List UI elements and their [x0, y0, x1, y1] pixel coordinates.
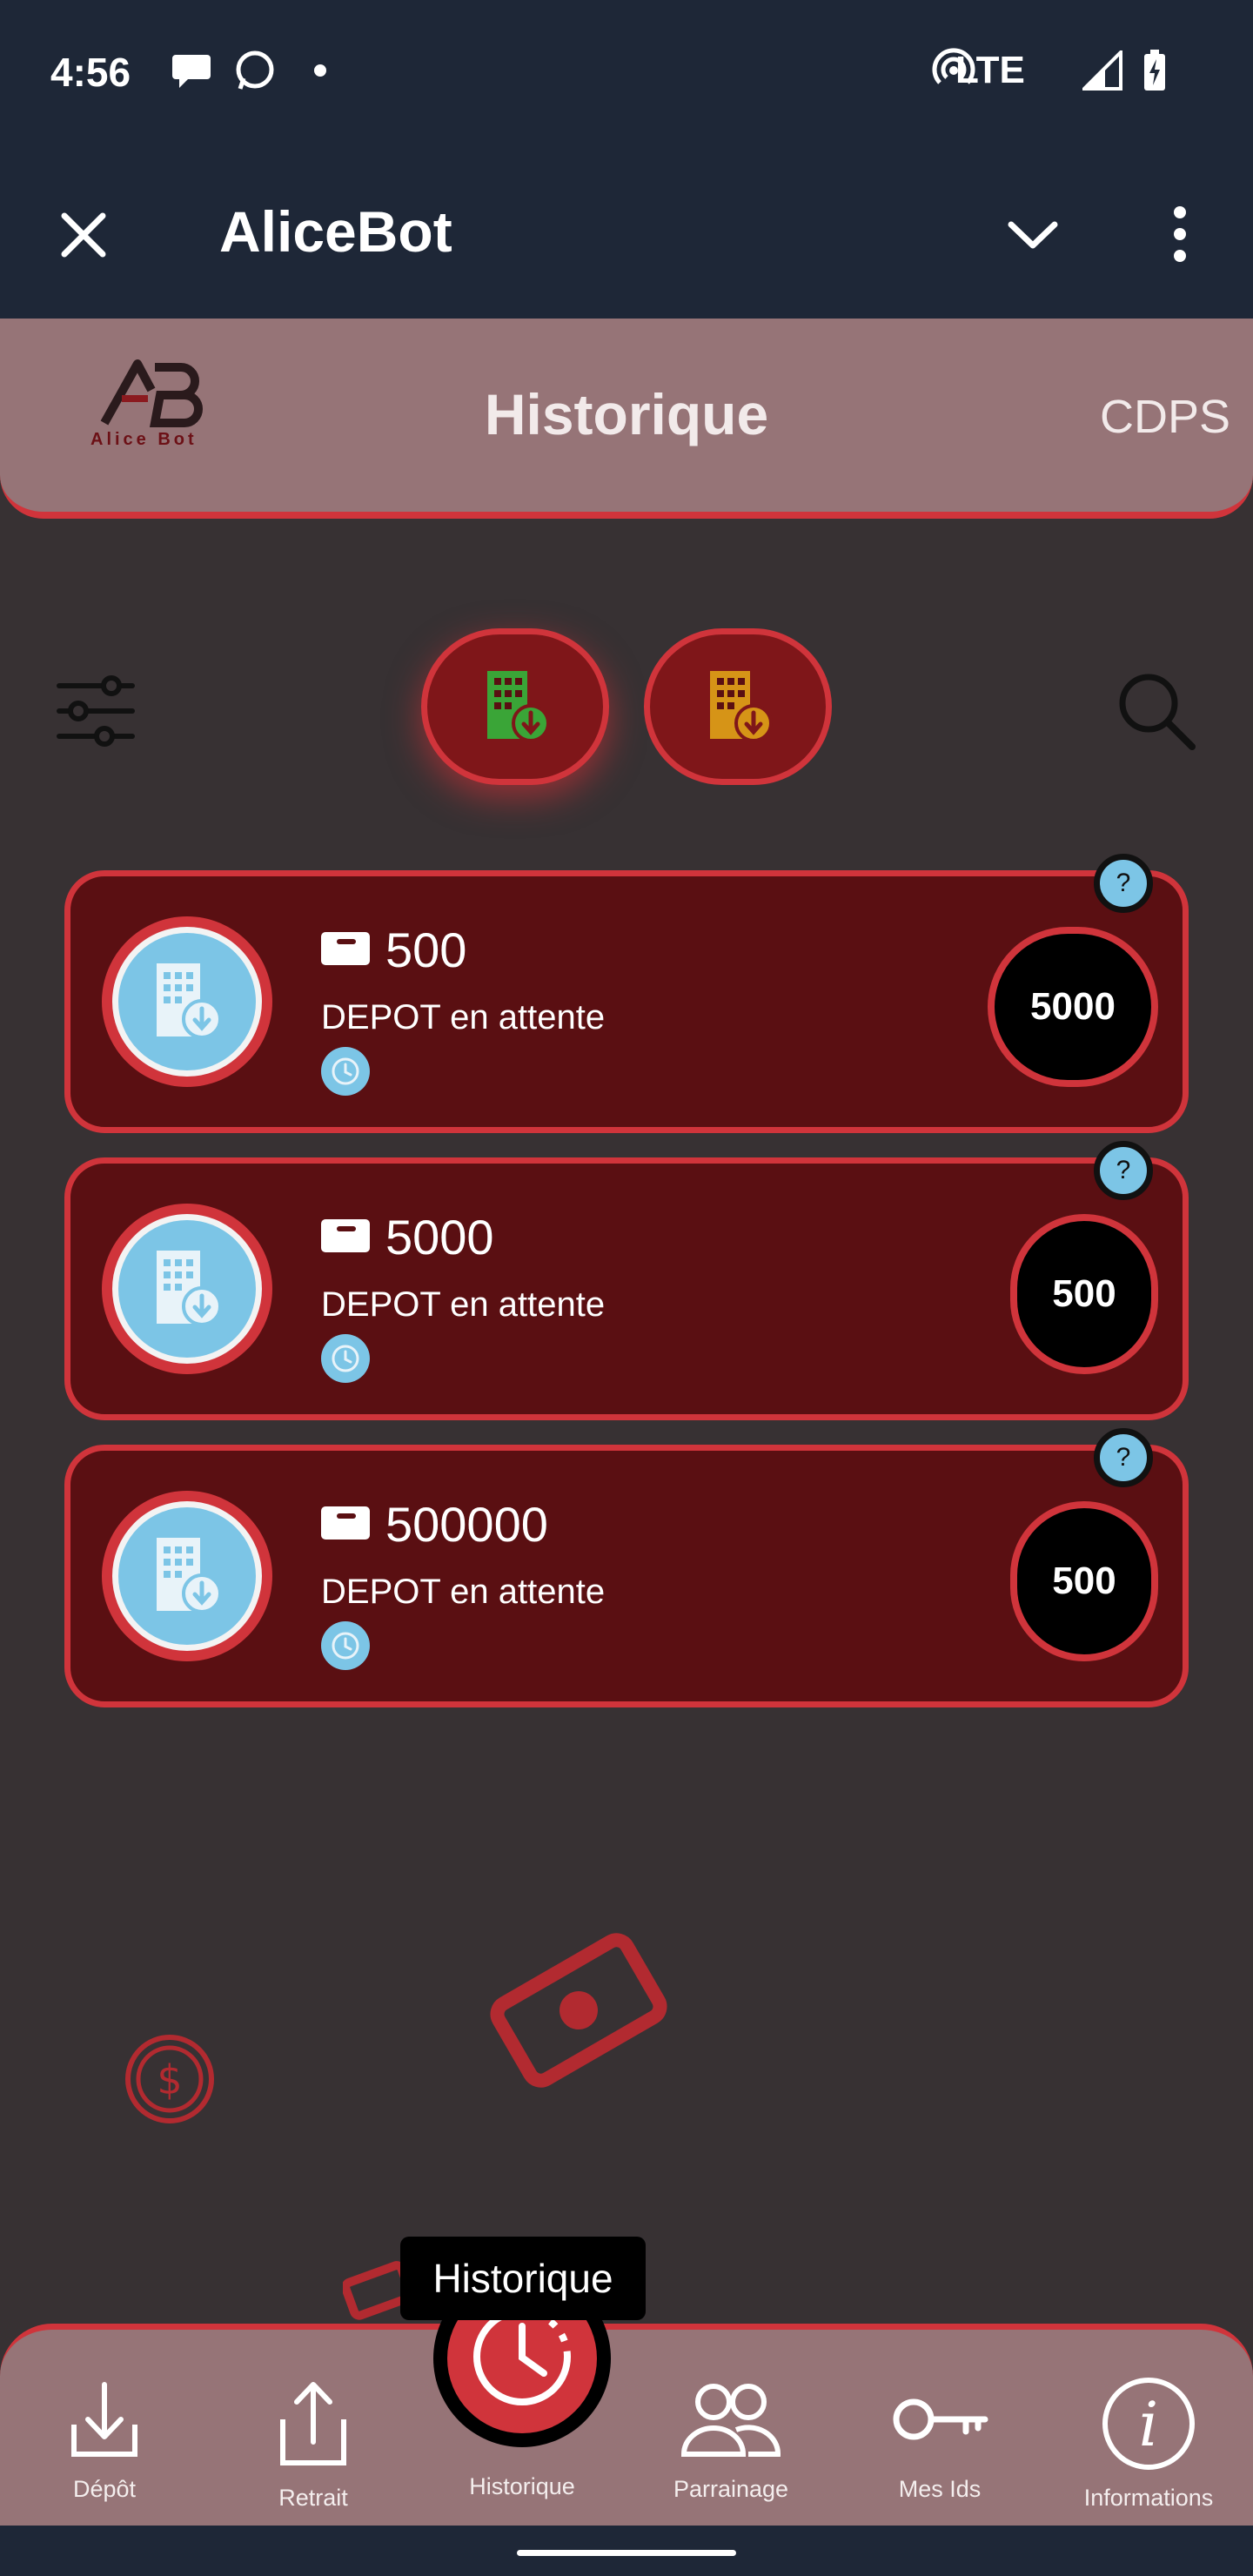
transaction-status: DEPOT en attente — [321, 998, 606, 1036]
nav-informations[interactable]: i Informations — [1044, 2376, 1253, 2524]
more-vert-icon[interactable] — [1163, 204, 1197, 269]
nav-retrait[interactable]: Retrait — [209, 2376, 418, 2524]
transaction-badge: 500 — [1010, 1501, 1158, 1661]
svg-text:i: i — [1139, 2389, 1158, 2460]
close-icon[interactable] — [56, 207, 111, 267]
building-download-icon — [703, 666, 773, 748]
header-cdps-text[interactable]: CDPS — [1100, 390, 1230, 444]
nav-depot-label: Dépôt — [72, 2476, 137, 2502]
deposit-filter-button[interactable] — [421, 628, 609, 785]
nav-parrainage[interactable]: Parrainage — [626, 2376, 835, 2524]
chevron-down-icon[interactable] — [1008, 218, 1058, 257]
nav-historique-label: Historique — [469, 2473, 575, 2499]
building-download-icon — [148, 958, 226, 1046]
app-title: AliceBot — [219, 199, 452, 264]
transaction-amount: 500 — [321, 922, 466, 978]
transaction-amount: 500000 — [321, 1496, 548, 1553]
transaction-card[interactable]: 500 DEPOT en attente 5000 ? — [64, 854, 1189, 1133]
building-download-icon — [480, 666, 550, 748]
wallet-icon — [321, 1496, 385, 1553]
nav-historique[interactable]: Historique — [418, 2473, 626, 2526]
clock-icon — [321, 1047, 370, 1096]
signal-icon — [1082, 49, 1122, 92]
building-download-icon — [148, 1245, 226, 1333]
transaction-amount: 5000 — [321, 1209, 494, 1265]
svg-text:$: $ — [157, 2056, 182, 2103]
people-icon — [679, 2376, 783, 2467]
wallet-icon — [321, 922, 385, 978]
nav-parrainage-label: Parrainage — [673, 2476, 789, 2502]
historique-tooltip: Historique — [400, 2237, 646, 2320]
transaction-status: DEPOT en attente — [321, 1285, 606, 1324]
transaction-avatar — [102, 1491, 272, 1661]
help-icon[interactable]: ? — [1094, 1428, 1153, 1487]
page-title: Historique — [484, 382, 769, 446]
clock-icon — [321, 1334, 370, 1383]
whatsapp-icon — [233, 49, 277, 92]
status-bar: 4:56 LTE — [0, 0, 1253, 146]
dot-icon — [313, 49, 327, 92]
nav-depot[interactable]: Dépôt — [0, 2376, 209, 2524]
nav-retrait-label: Retrait — [278, 2485, 348, 2511]
chat-bubble-icon — [171, 49, 212, 92]
info-icon: i — [1101, 2376, 1196, 2476]
network-type: LTE — [955, 49, 1025, 91]
home-gesture-pill[interactable] — [517, 2550, 736, 2556]
nav-mes-ids[interactable]: Mes Ids — [835, 2376, 1044, 2524]
withdraw-filter-button[interactable] — [644, 628, 832, 785]
transaction-badge: 5000 — [988, 927, 1158, 1087]
transaction-avatar — [102, 1204, 272, 1374]
transaction-card[interactable]: 5000 DEPOT en attente 500 ? — [64, 1141, 1189, 1420]
app-bar — [0, 146, 1253, 319]
upload-icon — [274, 2376, 352, 2476]
battery-icon — [1142, 49, 1168, 92]
transaction-badge: 500 — [1010, 1214, 1158, 1374]
transaction-avatar — [102, 916, 272, 1087]
building-download-icon — [148, 1533, 226, 1620]
nav-informations-label: Informations — [1083, 2485, 1214, 2511]
search-icon[interactable] — [1114, 668, 1197, 752]
help-icon[interactable]: ? — [1094, 854, 1153, 913]
transaction-card[interactable]: 500000 DEPOT en attente 500 ? — [64, 1428, 1189, 1707]
nav-mes-ids-label: Mes Ids — [898, 2476, 982, 2502]
wallet-icon — [321, 1209, 385, 1265]
clock-icon — [321, 1621, 370, 1670]
money-coin-icon: $ — [122, 2031, 218, 2131]
key-icon — [888, 2376, 992, 2467]
banknote-icon — [487, 1923, 670, 2102]
download-icon — [65, 2376, 144, 2467]
transaction-status: DEPOT en attente — [321, 1573, 606, 1611]
status-time: 4:56 — [50, 50, 131, 95]
help-icon[interactable]: ? — [1094, 1141, 1153, 1200]
filter-sliders-icon[interactable] — [54, 674, 137, 748]
